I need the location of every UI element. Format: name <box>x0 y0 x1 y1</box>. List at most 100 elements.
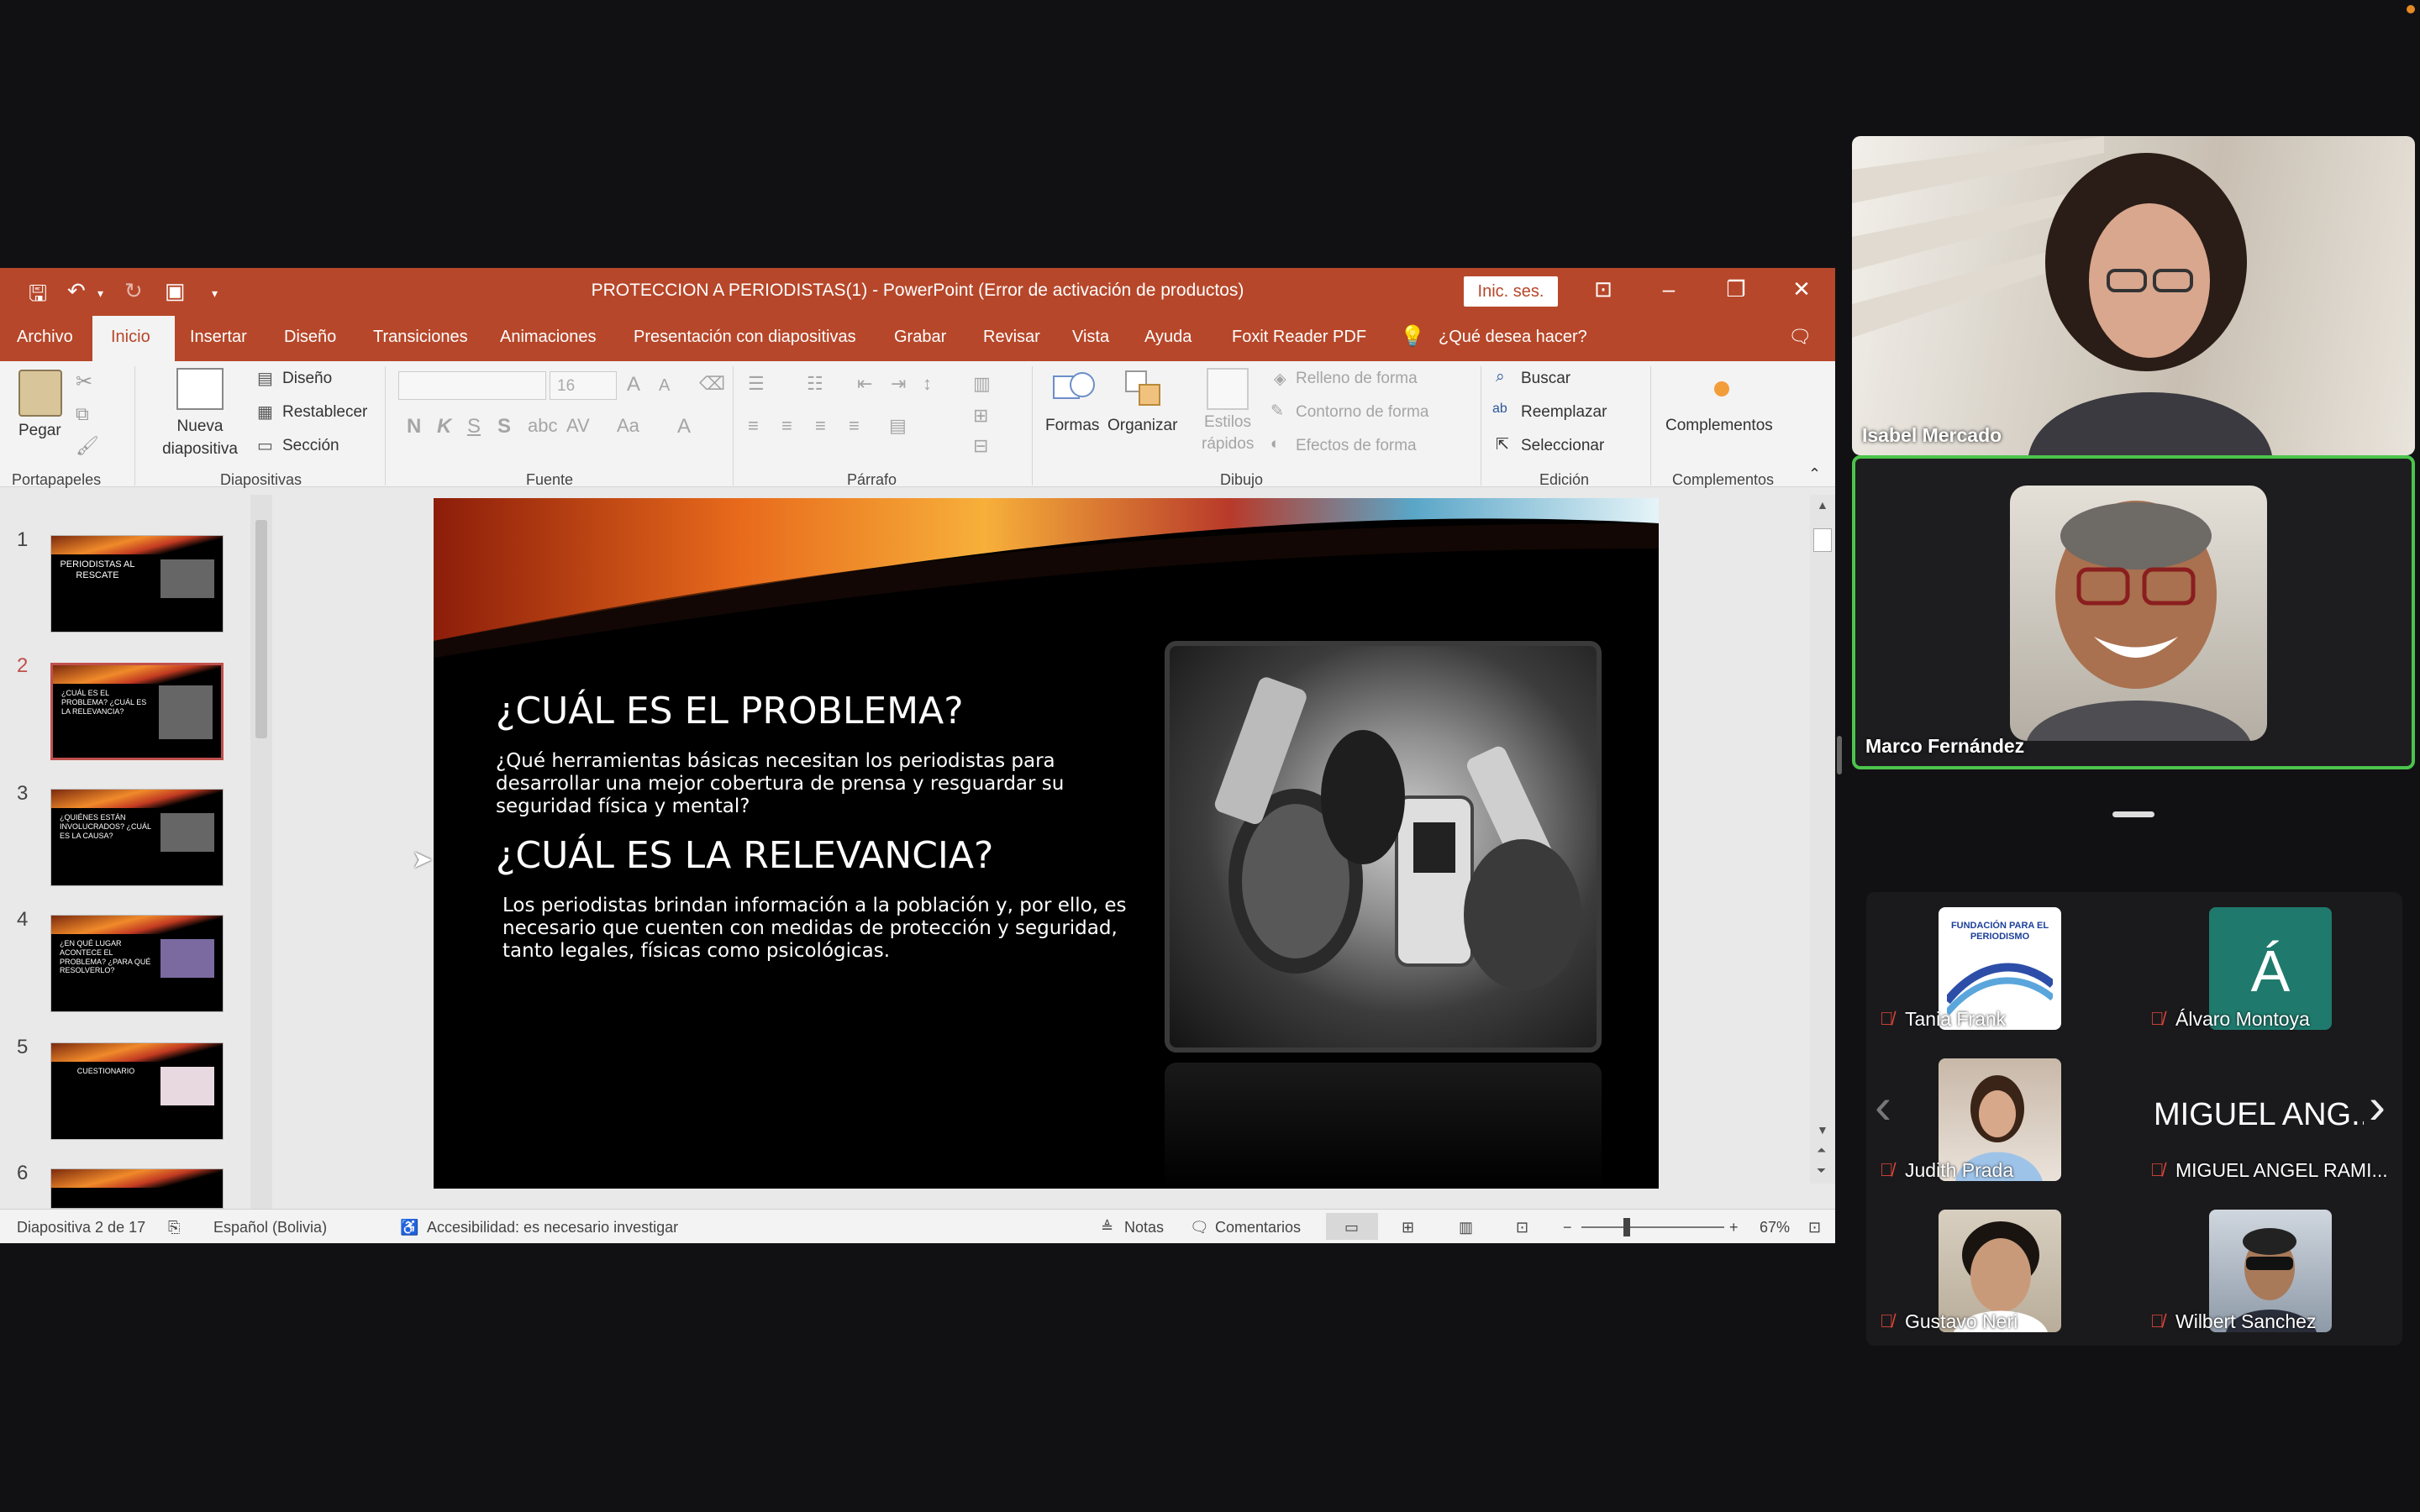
shapes-icon[interactable] <box>1050 368 1097 408</box>
slide-thumbnail-5[interactable]: CUESTIONARIO <box>50 1042 224 1140</box>
minimize-button[interactable]: – <box>1652 276 1686 302</box>
grow-font-icon[interactable]: A <box>627 373 640 396</box>
tell-me-input[interactable]: ¿Qué desea hacer? <box>1439 328 1587 347</box>
font-color-icon[interactable]: A <box>677 415 691 438</box>
italic-icon[interactable]: K <box>437 415 451 438</box>
zoom-out-icon[interactable]: − <box>1563 1219 1572 1236</box>
panel-resize-handle[interactable] <box>2112 811 2154 817</box>
slide-body-problema[interactable]: ¿Qué herramientas básicas necesitan los … <box>496 750 1101 818</box>
align-columns-icon[interactable]: ▤ <box>889 415 907 437</box>
slideshow-view-icon[interactable]: ⊡ <box>1516 1219 1528 1236</box>
gallery-previous-icon[interactable]: ‹ <box>1875 1077 1891 1135</box>
clear-format-icon[interactable]: ⌫ <box>699 373 725 395</box>
bullets-icon[interactable]: ☰ <box>748 373 765 395</box>
tab-presentacion[interactable]: Presentación con diapositivas <box>634 328 856 347</box>
shapes-button[interactable]: Formas <box>1045 417 1099 435</box>
slide-scrollbar[interactable]: ▲ ▼ ⏶ ⏷ <box>1810 495 1835 1184</box>
arrange-icon[interactable] <box>1123 368 1170 408</box>
shape-effects-button[interactable]: Efectos de forma <box>1296 437 1417 455</box>
tab-ayuda[interactable]: Ayuda <box>1144 328 1192 347</box>
sign-in-button[interactable]: Inic. ses. <box>1464 276 1558 307</box>
addins-icon[interactable] <box>1714 381 1729 396</box>
cut-icon[interactable]: ✂ <box>76 370 92 394</box>
video-tile-isabel[interactable]: Isabel Mercado <box>1852 136 2415 455</box>
underline-icon[interactable]: S <box>467 415 481 438</box>
language-indicator[interactable]: Español (Bolivia) <box>213 1219 327 1236</box>
decrease-indent-icon[interactable]: ⇤ <box>857 373 872 395</box>
shrink-font-icon[interactable]: A <box>659 376 670 396</box>
slide-thumbnail-4[interactable]: ¿EN QUÉ LUGAR ACONTECE EL PROBLEMA? ¿PAR… <box>50 915 224 1012</box>
collapse-ribbon-icon[interactable]: ⌃ <box>1808 465 1821 483</box>
scroll-up-icon[interactable]: ▲ <box>1817 498 1828 512</box>
shape-outline-button[interactable]: Contorno de forma <box>1296 403 1428 422</box>
tab-foxit[interactable]: Foxit Reader PDF <box>1232 328 1366 347</box>
tab-revisar[interactable]: Revisar <box>983 328 1040 347</box>
zoom-slider-track[interactable] <box>1581 1226 1724 1228</box>
align-left-icon[interactable]: ≡ <box>748 415 759 437</box>
zoom-slider-thumb[interactable] <box>1623 1218 1630 1236</box>
find-button[interactable]: Buscar <box>1521 370 1570 388</box>
zoom-level[interactable]: 67% <box>1760 1219 1790 1236</box>
slide-heading-relevancia[interactable]: ¿CUÁL ES LA RELEVANCIA? <box>496 834 993 877</box>
splitter-handle[interactable] <box>1837 736 1842 774</box>
slide-canvas[interactable]: ¿CUÁL ES EL PROBLEMA? ¿Qué herramientas … <box>434 498 1659 1189</box>
microphones-photo[interactable] <box>1165 641 1602 1053</box>
normal-view-icon[interactable]: ▭ <box>1344 1219 1359 1236</box>
justify-icon[interactable]: ≡ <box>849 415 860 437</box>
shadow-icon[interactable]: S <box>497 415 511 438</box>
comments-button[interactable]: Comentarios <box>1215 1219 1301 1236</box>
select-button[interactable]: Seleccionar <box>1521 437 1604 455</box>
font-family-dropdown[interactable] <box>398 371 546 400</box>
tab-inicio[interactable]: Inicio <box>111 328 150 347</box>
reading-view-icon[interactable]: ▥ <box>1459 1219 1473 1236</box>
tab-grabar[interactable]: Grabar <box>894 328 946 347</box>
ribbon-display-icon[interactable]: ⊡ <box>1586 276 1620 302</box>
quick-styles-icon[interactable] <box>1207 368 1249 410</box>
slide-body-relevancia[interactable]: Los periodistas brindan información a la… <box>502 895 1158 963</box>
bold-icon[interactable]: N <box>407 415 421 438</box>
new-slide-icon[interactable] <box>176 368 224 410</box>
notes-button[interactable]: Notas <box>1124 1219 1164 1236</box>
restore-button[interactable]: ❐ <box>1719 276 1753 302</box>
quick-styles-button[interactable]: Estilos rápidos <box>1202 412 1254 455</box>
new-slide-button[interactable]: Nueva diapositiva <box>150 415 250 460</box>
fit-slide-icon[interactable]: ⊡ <box>1808 1219 1821 1236</box>
scrollbar-thumb[interactable] <box>1813 528 1832 552</box>
font-size-dropdown[interactable]: 16 <box>550 371 617 400</box>
comments-icon[interactable]: 🗨 <box>1788 326 1812 348</box>
slide-thumbnail-1[interactable]: PERIODISTAS AL RESCATE <box>50 535 224 633</box>
copy-icon[interactable]: ⧉ <box>76 403 89 425</box>
format-painter-icon[interactable]: 🖌 <box>76 435 99 457</box>
tab-transiciones[interactable]: Transiciones <box>373 328 468 347</box>
slide-thumbnail-3[interactable]: ¿QUIÉNES ESTÁN INVOLUCRADOS? ¿CUÁL ES LA… <box>50 789 224 886</box>
scroll-down-icon[interactable]: ▼ <box>1817 1123 1828 1137</box>
tab-vista[interactable]: Vista <box>1072 328 1109 347</box>
columns-icon[interactable]: ▥ <box>973 373 991 395</box>
increase-indent-icon[interactable]: ⇥ <box>891 373 906 395</box>
arrange-button[interactable]: Organizar <box>1107 417 1177 435</box>
reset-button[interactable]: Restablecer <box>282 403 367 422</box>
slide-sorter-icon[interactable]: ⊞ <box>1402 1219 1414 1236</box>
shape-fill-button[interactable]: Relleno de forma <box>1296 370 1418 388</box>
tab-diseno[interactable]: Diseño <box>284 328 336 347</box>
replace-button[interactable]: Reemplazar <box>1521 403 1607 422</box>
text-align-icon[interactable]: ⊞ <box>973 405 988 427</box>
numbering-icon[interactable]: ☷ <box>807 373 823 395</box>
char-spacing-icon[interactable]: AV <box>566 415 590 437</box>
layout-button[interactable]: Diseño <box>282 370 332 388</box>
align-center-icon[interactable]: ≡ <box>781 415 792 437</box>
gallery-next-icon[interactable]: › <box>2369 1077 2386 1135</box>
slide-heading-problema[interactable]: ¿CUÁL ES EL PROBLEMA? <box>496 690 964 732</box>
change-case-icon[interactable]: Aa <box>617 415 639 437</box>
line-spacing-icon[interactable]: ↕ <box>923 373 932 395</box>
accessibility-status[interactable]: Accesibilidad: es necesario investigar <box>427 1219 678 1236</box>
tab-animaciones[interactable]: Animaciones <box>500 328 597 347</box>
smartart-icon[interactable]: ⊟ <box>973 435 988 457</box>
align-right-icon[interactable]: ≡ <box>815 415 826 437</box>
thumbnail-scrollbar[interactable] <box>250 495 272 1209</box>
close-button[interactable]: ✕ <box>1785 276 1818 302</box>
spellcheck-icon[interactable]: ⎘ <box>168 1219 180 1236</box>
addins-button[interactable]: Complementos <box>1665 417 1773 435</box>
next-slide-icon[interactable]: ⏷ <box>1817 1163 1826 1178</box>
slide-thumbnail-6[interactable] <box>50 1168 224 1209</box>
